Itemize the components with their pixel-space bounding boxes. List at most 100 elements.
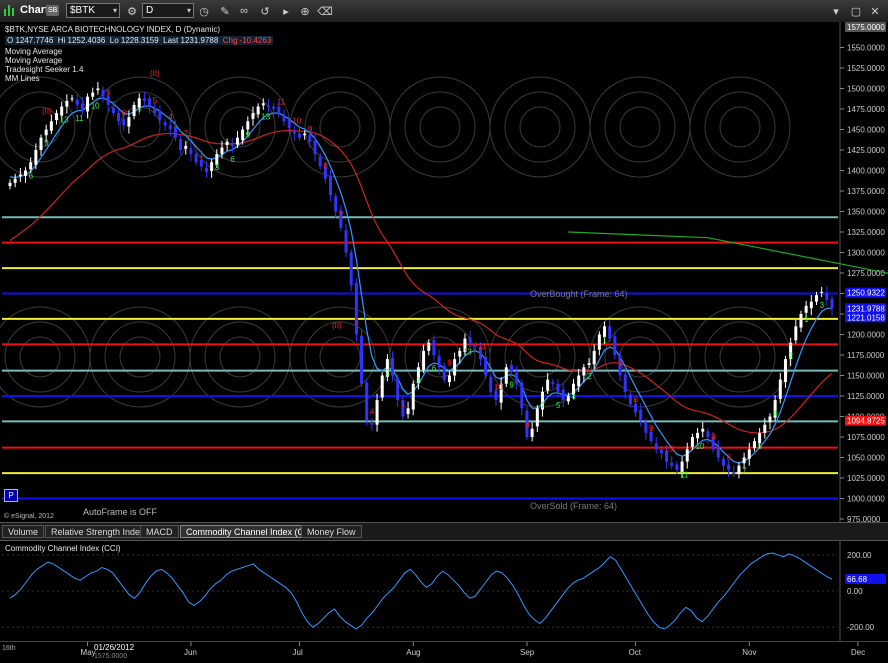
seeker-count-label: 2 xyxy=(184,129,189,138)
candle-body xyxy=(329,176,333,196)
candle-body xyxy=(184,145,188,149)
seeker-count-label: 3 xyxy=(820,301,825,310)
quote-last: Last 1231.9788 xyxy=(163,36,219,45)
candle-body xyxy=(153,107,157,114)
candle-body xyxy=(509,364,513,372)
candle-body xyxy=(313,140,317,155)
seeker-count-label: (II) xyxy=(42,107,52,116)
candle-body xyxy=(582,367,586,376)
eraser-icon[interactable]: ⌫ xyxy=(317,3,333,19)
y-tick-label: 1275.0000 xyxy=(847,269,885,278)
candle-body xyxy=(830,298,834,309)
candle-body xyxy=(556,383,560,392)
cci-tick-label: 0.00 xyxy=(847,587,863,596)
y-tick-label: 1425.0000 xyxy=(847,146,885,155)
background-arc xyxy=(619,106,661,148)
candle-body xyxy=(360,335,364,384)
seeker-count-label: 6 xyxy=(432,364,437,373)
tab-volume[interactable]: Volume xyxy=(2,525,45,538)
y-tick-label: 1400.0000 xyxy=(847,167,885,176)
quote-open: O 1247.7746 xyxy=(7,36,54,45)
pencil-icon[interactable]: ✎ xyxy=(217,3,233,19)
link-icon[interactable]: ∞ xyxy=(236,3,252,19)
candle-body xyxy=(251,113,255,119)
seeker-count-label: (II) xyxy=(332,321,342,330)
study-label-4[interactable]: MM Lines xyxy=(5,74,40,83)
undo-icon[interactable]: ↺ xyxy=(257,3,273,19)
candle-body xyxy=(768,416,772,423)
y-tick-label: 1075.0000 xyxy=(847,433,885,442)
candle-body xyxy=(96,88,100,91)
candle-body xyxy=(287,120,291,128)
p-button[interactable]: P xyxy=(4,489,18,502)
candle-body xyxy=(484,356,488,376)
cci-chart-svg[interactable]: 200.00 0.00 -200.00 66.68 xyxy=(0,540,888,641)
maximize-icon[interactable]: ▢ xyxy=(848,3,864,19)
background-arc xyxy=(519,106,561,148)
price-chart-pane[interactable]: 975.0000 1000.0000 1025.0000 1050.0000 1075.… xyxy=(0,22,888,524)
candle-body xyxy=(727,464,731,470)
quote-low: Lo 1228.3159 xyxy=(109,36,159,45)
candle-body xyxy=(189,148,193,155)
interval-input[interactable]: D ▾ xyxy=(142,3,194,18)
cci-pane[interactable]: 200.00 0.00 -200.00 66.68 Commodity Channel… xyxy=(0,540,888,641)
quote-high: Hi 1252.4036 xyxy=(57,36,106,45)
seeker-count-label: (II) xyxy=(150,69,160,78)
seeker-count-label: 6 xyxy=(634,395,639,404)
candle-body xyxy=(163,122,167,126)
candle-body xyxy=(597,334,601,350)
candle-body xyxy=(809,301,813,309)
candle-body xyxy=(256,106,260,115)
interval-dropdown-icon[interactable]: ▾ xyxy=(187,4,191,17)
x-tick-label: Aug xyxy=(406,648,420,657)
background-arc xyxy=(704,91,776,163)
background-arc xyxy=(204,321,276,393)
seeker-count-label: 5 xyxy=(758,442,763,451)
seeker-count-label: 9 xyxy=(44,139,49,148)
candle-body xyxy=(535,408,539,427)
play-icon[interactable]: ▸ xyxy=(278,3,294,19)
symbol-input[interactable]: $BTK ▾ xyxy=(66,3,120,18)
price-chart-svg[interactable]: 975.0000 1000.0000 1025.0000 1050.0000 1075.… xyxy=(0,22,888,524)
cci-tick-label: 200.00 xyxy=(847,551,872,560)
plus-icon[interactable]: ⊕ xyxy=(297,3,313,19)
tab-macd[interactable]: MACD xyxy=(140,525,179,538)
candle-body xyxy=(685,449,689,462)
study-label-2[interactable]: Moving Average xyxy=(5,56,62,65)
y-tick-label: 1375.0000 xyxy=(847,187,885,196)
seeker-count-label: 5 xyxy=(556,401,561,410)
seeker-count-label: 11 xyxy=(478,342,487,351)
candle-body xyxy=(520,382,524,409)
study-label-1[interactable]: Moving Average xyxy=(5,47,62,56)
background-arc xyxy=(4,91,76,163)
candle-body xyxy=(266,105,270,107)
symbol-dropdown-icon[interactable]: ▾ xyxy=(113,4,117,17)
candle-body xyxy=(272,106,276,109)
candle-body xyxy=(365,382,369,421)
study-label-3[interactable]: Tradesight Seeker 1.4 xyxy=(5,65,83,74)
y-tick-label: 1050.0000 xyxy=(847,454,885,463)
minimize-icon[interactable]: ▾ xyxy=(828,3,844,19)
chart-app-icon xyxy=(3,3,17,17)
tab-money-flow[interactable]: Money Flow xyxy=(301,525,362,538)
candle-body xyxy=(199,159,203,167)
candle-body xyxy=(716,446,720,458)
candle-body xyxy=(261,103,265,106)
y-tick-label: 1450.0000 xyxy=(847,126,885,135)
tab-rsi[interactable]: Relative Strength Index xyxy=(45,525,151,538)
seeker-count-label: 11 xyxy=(277,98,286,107)
clock-icon[interactable]: ◷ xyxy=(196,3,212,19)
candle-body xyxy=(24,170,28,176)
candle-body xyxy=(530,428,534,437)
candle-body xyxy=(546,379,550,391)
candle-body xyxy=(29,162,33,170)
candle-body xyxy=(690,437,694,447)
candle-body xyxy=(696,432,700,439)
close-icon[interactable]: ✕ xyxy=(867,3,883,19)
x-tick-label: Oct xyxy=(629,648,642,657)
y-tick-label: 1550.0000 xyxy=(847,44,885,53)
x-tick-label: Jun xyxy=(184,648,197,657)
candle-body xyxy=(592,350,596,365)
candle-body xyxy=(783,359,787,383)
gear-icon[interactable]: ⚙ xyxy=(124,3,140,19)
